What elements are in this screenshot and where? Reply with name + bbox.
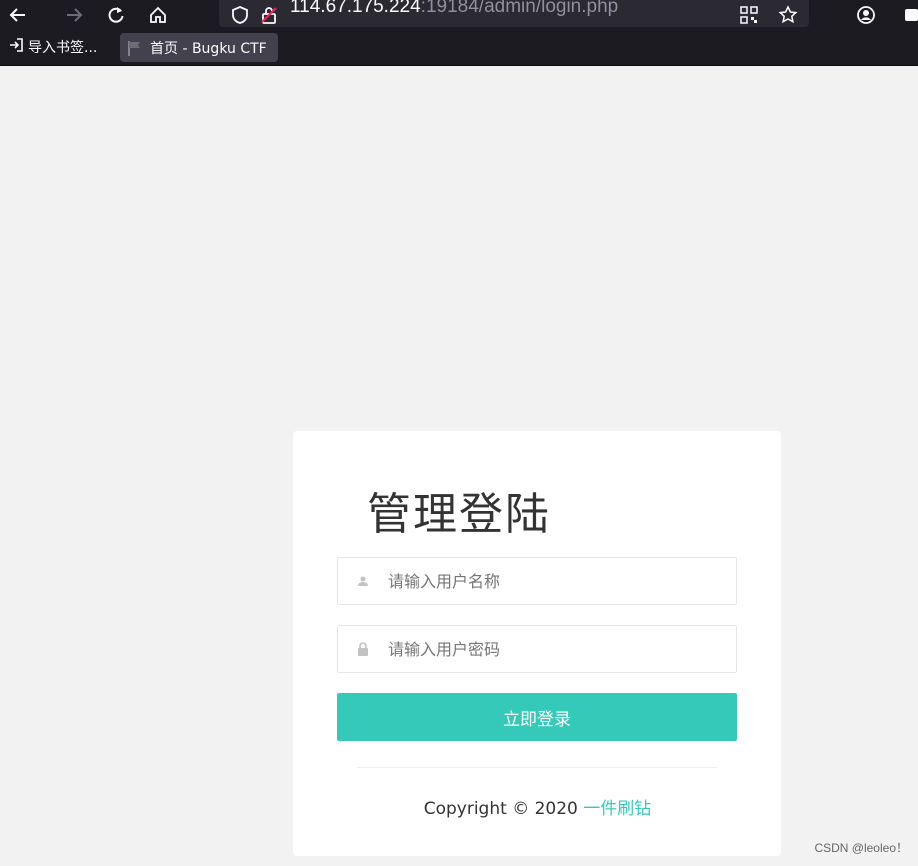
forward-arrow-icon[interactable] bbox=[62, 0, 86, 29]
bookmarks-bar: 导入书签... 首页 - Bugku CTF bbox=[0, 29, 918, 66]
bookmark-label: 首页 - Bugku CTF bbox=[150, 40, 267, 57]
qr-code-icon[interactable] bbox=[738, 0, 760, 29]
shield-icon[interactable] bbox=[230, 0, 250, 29]
username-input[interactable] bbox=[388, 558, 728, 604]
flag-icon bbox=[126, 39, 144, 57]
extensions-icon[interactable] bbox=[902, 0, 918, 29]
url-host: 114.67.175.224 bbox=[290, 0, 421, 17]
watermark: CSDN @leoleo！ bbox=[814, 841, 908, 855]
back-arrow-icon[interactable] bbox=[6, 0, 30, 29]
copyright-brand-link[interactable]: 一件刷钻 bbox=[583, 799, 651, 819]
password-input[interactable] bbox=[388, 626, 728, 672]
username-field[interactable] bbox=[337, 557, 737, 605]
divider bbox=[357, 767, 717, 768]
url-path: :19184/admin/login.php bbox=[420, 0, 619, 17]
user-icon bbox=[354, 572, 372, 590]
copyright-text: Copyright © 2020 bbox=[423, 799, 584, 819]
import-bookmarks-label: 导入书签... bbox=[28, 40, 98, 56]
copyright: Copyright © 2020 一件刷钻 bbox=[0, 794, 918, 819]
insecure-lock-icon[interactable] bbox=[258, 0, 280, 29]
browser-toolbar: 114.67.175.224:19184/admin/login.php bbox=[0, 0, 918, 29]
star-icon[interactable] bbox=[776, 0, 800, 29]
reload-icon[interactable] bbox=[104, 0, 128, 29]
bookmark-bugku[interactable]: 首页 - Bugku CTF bbox=[120, 33, 278, 62]
login-button[interactable]: 立即登录 bbox=[337, 693, 737, 741]
url-text[interactable]: 114.67.175.224:19184/admin/login.php bbox=[290, 0, 618, 18]
home-icon[interactable] bbox=[146, 0, 170, 29]
page-title: 管理登陆 bbox=[367, 489, 551, 540]
import-icon bbox=[8, 37, 24, 57]
account-icon[interactable] bbox=[854, 0, 878, 29]
import-bookmarks-button[interactable]: 导入书签... bbox=[8, 37, 97, 57]
password-field[interactable] bbox=[337, 625, 737, 673]
lock-icon bbox=[354, 640, 372, 658]
